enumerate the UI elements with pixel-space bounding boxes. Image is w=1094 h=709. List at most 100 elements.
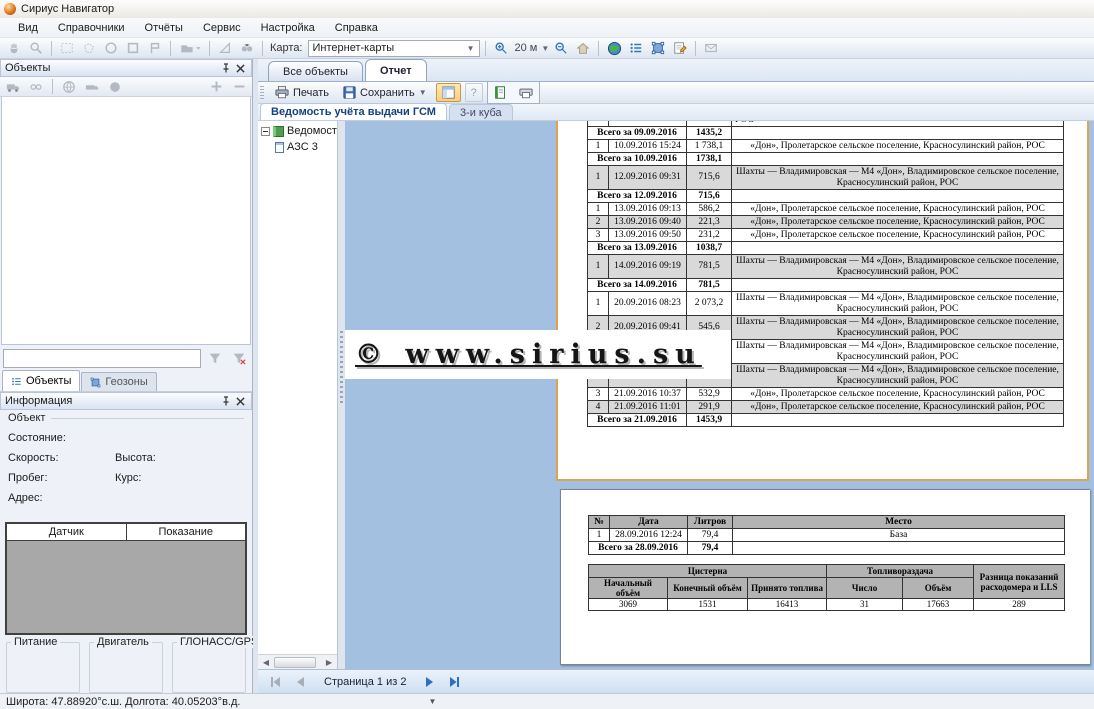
speed-label: Скорость:	[8, 452, 115, 464]
save-button[interactable]: Сохранить ▼	[338, 83, 432, 102]
tree-node-azs-label: АЗС 3	[287, 141, 318, 153]
select-route-button[interactable]	[145, 39, 165, 57]
tab-geozones[interactable]: Геозоны	[81, 372, 156, 391]
col-date: Дата	[610, 516, 688, 529]
tab-fuel-report-label: Ведомость учёта выдачи ГСМ	[271, 106, 436, 118]
map-source-select[interactable]: Интернет-карты ▼	[308, 40, 480, 57]
tree-node-azs[interactable]: АЗС 3	[275, 141, 337, 153]
remove-object-button[interactable]	[229, 78, 249, 96]
zoom-scale-dropdown-icon[interactable]: ▼	[541, 44, 549, 53]
next-page-button[interactable]	[419, 673, 441, 691]
select-area-button[interactable]	[123, 39, 143, 57]
menu-vid[interactable]: Вид	[8, 20, 48, 36]
report-viewer: РОСВсего за 09.09.20161435,2110.09.2016 …	[345, 121, 1094, 669]
select-circle-button[interactable]	[101, 39, 121, 57]
page-navigation-bar: Страница 1 из 2	[258, 669, 1094, 693]
tab-objects[interactable]: Объекты	[2, 370, 80, 391]
tab-fuel-report[interactable]: Ведомость учёта выдачи ГСМ	[260, 103, 447, 120]
prev-page-button[interactable]	[289, 673, 311, 691]
scroll-right-icon[interactable]: ▶	[321, 656, 337, 669]
tab-report[interactable]: Отчет	[365, 59, 427, 81]
col-num: №	[589, 516, 610, 529]
pin-icon[interactable]	[219, 394, 233, 408]
globe-button[interactable]	[604, 39, 624, 57]
report-tree-panel: Ведомость АЗС 3 ◀ ▶	[258, 121, 338, 669]
report-row: 421.09.2016 11:01291,9«Дон», Пролетарско…	[588, 401, 1064, 414]
report-row: Всего за 10.09.20161738,1	[588, 153, 1064, 166]
close-icon[interactable]	[233, 394, 247, 408]
tree-node-vedomost[interactable]: Ведомость	[261, 125, 337, 137]
vehicle-card-button[interactable]	[82, 78, 102, 96]
select-polygon-button[interactable]	[79, 39, 99, 57]
message-button[interactable]	[701, 39, 721, 57]
object-state-button[interactable]	[105, 78, 125, 96]
statusbar-dropdown-icon[interactable]: ▼	[428, 697, 436, 706]
follow-button[interactable]	[26, 78, 46, 96]
report-page-1: РОСВсего за 09.09.20161435,2110.09.2016 …	[556, 121, 1089, 481]
report-row: 114.09.2016 09:19781,5Шахты — Владимиров…	[588, 255, 1064, 279]
report-row: Всего за 21.09.20161453,9	[588, 414, 1064, 427]
first-page-button[interactable]	[264, 673, 286, 691]
tab-geozones-label: Геозоны	[105, 376, 147, 388]
notes-button[interactable]	[670, 39, 690, 57]
filter-icon[interactable]	[205, 349, 225, 367]
pin-icon[interactable]	[219, 61, 233, 75]
sensor-table: Датчик Показание	[5, 522, 247, 635]
geozone-button[interactable]	[648, 39, 668, 57]
help-button[interactable]: ?	[465, 83, 483, 102]
add-object-button[interactable]	[206, 78, 226, 96]
print-button-label: Печать	[293, 87, 329, 99]
toggle-parameters-panel-button[interactable]	[436, 83, 461, 102]
sensor-col-header: Датчик	[7, 524, 127, 540]
zoom-tool-button[interactable]	[26, 39, 46, 57]
scroll-left-icon[interactable]: ◀	[258, 656, 274, 669]
tree-horizontal-scrollbar[interactable]: ◀ ▶	[258, 654, 337, 669]
zoom-out-button[interactable]	[551, 39, 571, 57]
fuel-return-table: № Дата Литров Место 1 28.09.2016 12:24 7…	[588, 515, 1065, 555]
measure-button[interactable]	[215, 39, 235, 57]
height-label: Высота:	[115, 452, 156, 464]
dispense-group-header: Топливораздача	[827, 565, 974, 578]
object-group-label: Объект	[8, 412, 45, 424]
save-dropdown-icon[interactable]: ▼	[419, 88, 427, 97]
object-search-input[interactable]	[3, 349, 201, 368]
power-label: Питание	[11, 636, 60, 648]
object-list-button[interactable]	[626, 39, 646, 57]
tab-3-kuba[interactable]: 3-и куба	[449, 104, 513, 120]
print-layout-button[interactable]	[514, 83, 538, 102]
select-rect-button[interactable]	[57, 39, 77, 57]
search-object-button[interactable]	[237, 39, 257, 57]
zoom-in-button[interactable]	[491, 39, 511, 57]
help-button-label: ?	[471, 87, 477, 99]
print-button[interactable]: Печать	[270, 83, 334, 102]
collapse-icon[interactable]	[261, 127, 270, 136]
clear-filter-icon[interactable]	[229, 349, 249, 367]
col-place: Место	[733, 516, 1065, 529]
report-tabs: Ведомость учёта выдачи ГСМ 3-и куба	[258, 104, 1094, 121]
close-icon[interactable]	[233, 61, 247, 75]
menu-spravochniki[interactable]: Справочники	[48, 20, 135, 36]
book-view-button[interactable]	[489, 83, 512, 102]
menu-spravka[interactable]: Справка	[325, 20, 388, 36]
zoom-scale-value[interactable]: 20 м	[515, 42, 538, 54]
state-label: Состояние:	[8, 432, 66, 444]
tab-all-objects[interactable]: Все объекты	[268, 61, 363, 81]
tab-report-label: Отчет	[380, 65, 412, 77]
power-groupbox: Питание	[6, 642, 80, 693]
layers-dropdown-button[interactable]	[176, 39, 204, 57]
home-view-button[interactable]	[573, 39, 593, 57]
menu-otchety[interactable]: Отчёты	[135, 20, 193, 36]
track-vehicle-button[interactable]	[3, 78, 23, 96]
menu-servis[interactable]: Сервис	[193, 20, 251, 36]
scroll-thumb[interactable]	[274, 657, 316, 668]
menu-nastroyka[interactable]: Настройка	[251, 20, 325, 36]
fuel-summary-table: Цистерна Топливораздача Разница показани…	[588, 564, 1065, 611]
report-tree-splitter[interactable]	[338, 121, 345, 669]
difference-header: Разница показаний расходомера и LLS	[974, 565, 1065, 599]
pan-tool-button[interactable]	[4, 39, 24, 57]
report-row: Всего за 12.09.2016715,6	[588, 190, 1064, 203]
last-page-button[interactable]	[444, 673, 466, 691]
toolbar-grip[interactable]	[260, 86, 264, 100]
show-on-map-button[interactable]	[59, 78, 79, 96]
objects-tree[interactable]	[1, 97, 251, 345]
